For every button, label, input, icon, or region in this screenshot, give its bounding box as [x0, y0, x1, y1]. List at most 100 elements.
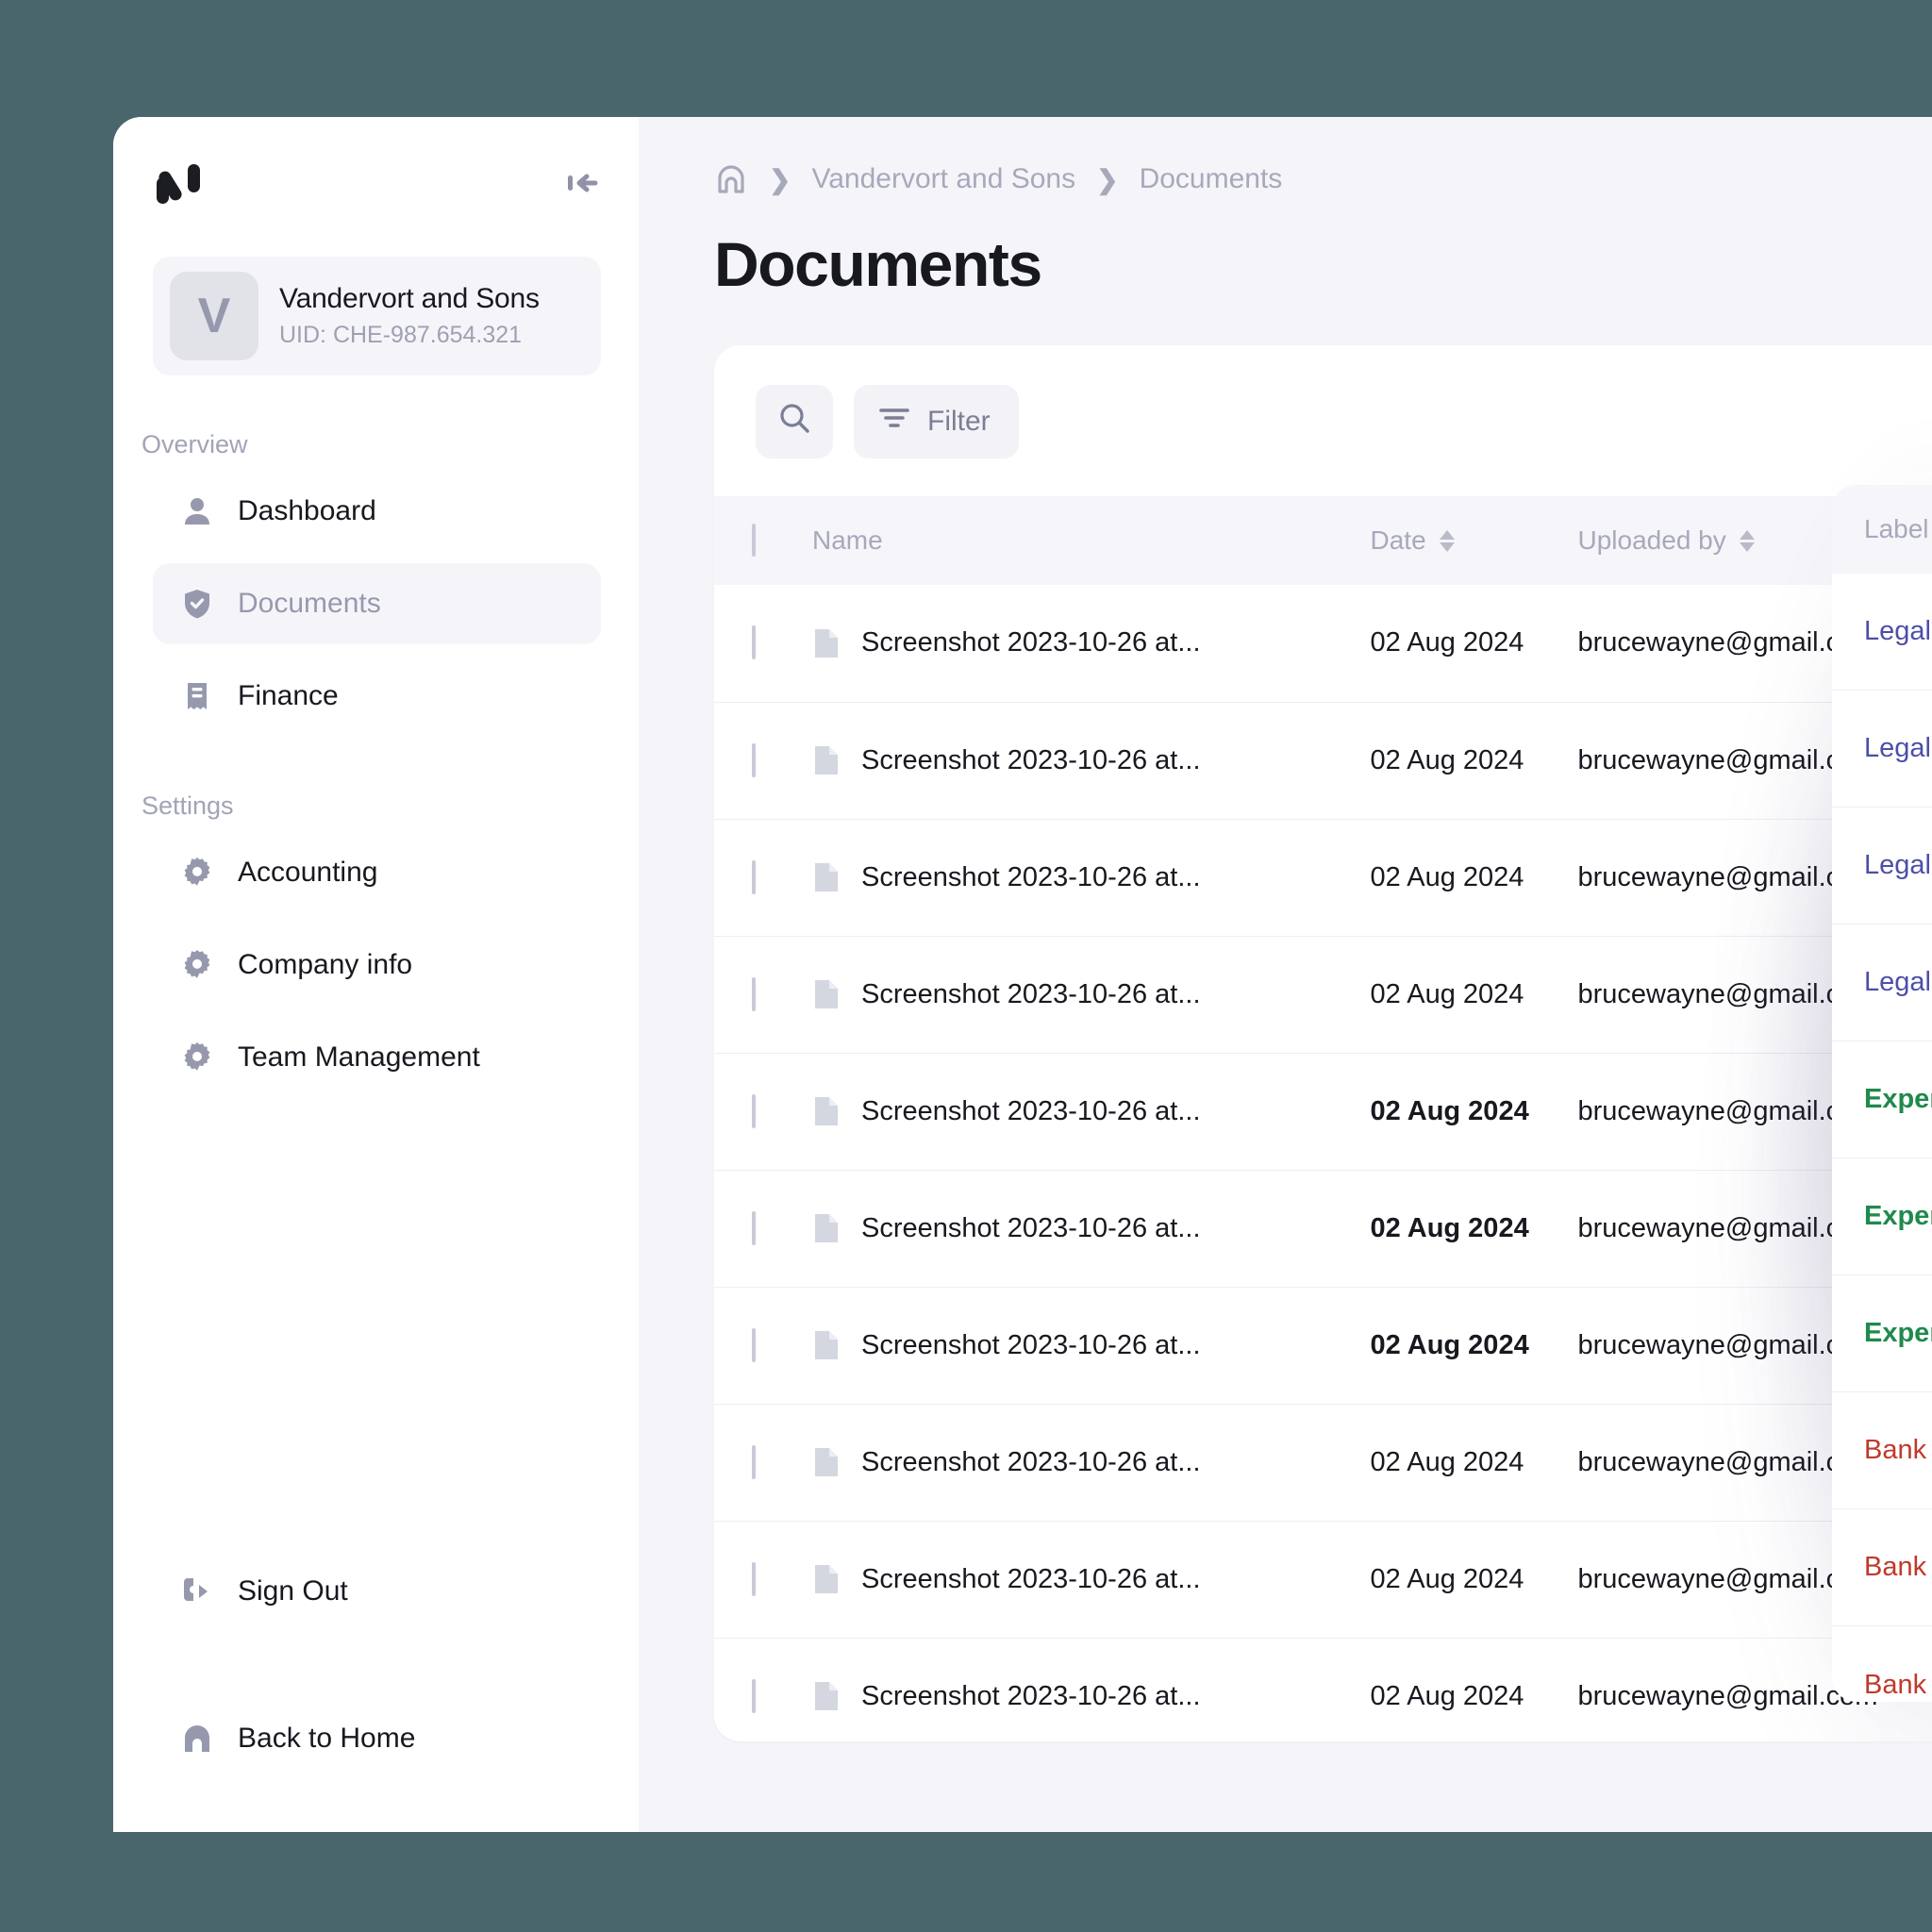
- sidebar-item-dashboard[interactable]: Dashboard: [153, 471, 601, 552]
- table-row[interactable]: Screenshot 2023-10-26 at... 02 Aug 2024 br…: [714, 1170, 1932, 1287]
- file-name[interactable]: Screenshot 2023-10-26 at...: [861, 862, 1201, 893]
- search-button[interactable]: [756, 385, 833, 458]
- table-row[interactable]: Screenshot 2023-10-26 at... 02 Aug 2024 br…: [714, 819, 1932, 936]
- row-select-cell: [714, 1638, 812, 1741]
- sidebar-item-documents[interactable]: Documents: [153, 563, 601, 644]
- table-row[interactable]: Screenshot 2023-10-26 at... 02 Aug 2024 br…: [714, 1404, 1932, 1521]
- gear-icon: [181, 857, 213, 889]
- sidebar-item-finance[interactable]: Finance: [153, 656, 601, 737]
- column-label: Name: [812, 525, 883, 555]
- column-header-name[interactable]: Name: [812, 496, 1201, 585]
- uploaded-by: brucewayne@gmail.com: [1577, 744, 1878, 775]
- table-row[interactable]: Screenshot 2023-10-26 at... 02 Aug 2024 br…: [714, 585, 1932, 702]
- file-name[interactable]: Screenshot 2023-10-26 at...: [861, 627, 1201, 658]
- row-label-cell: [1201, 1287, 1371, 1404]
- row-name-cell: Screenshot 2023-10-26 at...: [812, 819, 1201, 936]
- row-checkbox[interactable]: [752, 742, 756, 777]
- row-user-cell: brucewayne@gmail.com: [1578, 1404, 1932, 1521]
- file-name[interactable]: Screenshot 2023-10-26 at...: [861, 1330, 1201, 1361]
- row-checkbox[interactable]: [752, 625, 756, 660]
- collapse-sidebar-button[interactable]: [563, 164, 601, 202]
- file-icon: [812, 626, 841, 660]
- file-name[interactable]: Screenshot 2023-10-26 at...: [861, 1213, 1201, 1244]
- file-name[interactable]: Screenshot 2023-10-26 at...: [861, 1681, 1201, 1712]
- table-row[interactable]: Screenshot 2023-10-26 at... 02 Aug 2024 br…: [714, 1638, 1932, 1741]
- file-name[interactable]: Screenshot 2023-10-26 at...: [861, 1564, 1201, 1595]
- shield-check-icon: [181, 588, 213, 620]
- sort-icon[interactable]: [1739, 529, 1755, 552]
- home-icon[interactable]: [714, 162, 748, 196]
- sidebar-item-company-info[interactable]: Company info: [153, 924, 601, 1006]
- select-all-checkbox[interactable]: [752, 524, 756, 557]
- row-label-cell: [1201, 1170, 1371, 1287]
- file-name[interactable]: Screenshot 2023-10-26 at...: [861, 1447, 1201, 1478]
- row-label-cell: [1201, 936, 1371, 1053]
- column-header-uploaded-by[interactable]: Uploaded by: [1578, 496, 1932, 585]
- row-date-cell: 02 Aug 2024: [1371, 1053, 1578, 1170]
- row-select-cell: [714, 1521, 812, 1638]
- breadcrumb-separator: ❯: [769, 164, 791, 194]
- file-icon: [812, 1445, 841, 1479]
- table-row[interactable]: Screenshot 2023-10-26 at... 02 Aug 2024 br…: [714, 1053, 1932, 1170]
- sidebar-item-label: Back to Home: [238, 1723, 416, 1754]
- row-label-cell: [1201, 1638, 1371, 1741]
- filter-icon: [878, 404, 910, 440]
- row-user-cell: brucewayne@gmail.com: [1578, 1170, 1932, 1287]
- file-name[interactable]: Screenshot 2023-10-26 at...: [861, 1096, 1201, 1127]
- back-to-home-button[interactable]: Back to Home: [153, 1698, 601, 1779]
- sort-icon[interactable]: [1439, 529, 1455, 552]
- row-select-cell: [714, 1404, 812, 1521]
- uploaded-by: brucewayne@gmail.com: [1577, 1680, 1878, 1711]
- row-name-cell: Screenshot 2023-10-26 at...: [812, 702, 1201, 819]
- row-checkbox[interactable]: [752, 1210, 756, 1245]
- upload-date: 02 Aug 2024: [1370, 1329, 1529, 1360]
- row-checkbox[interactable]: [752, 1093, 756, 1128]
- upload-date: 02 Aug 2024: [1370, 744, 1524, 775]
- upload-date: 02 Aug 2024: [1370, 1680, 1524, 1711]
- row-checkbox[interactable]: [752, 1678, 756, 1713]
- row-select-cell: [714, 1053, 812, 1170]
- nubo-logo[interactable]: [153, 157, 206, 209]
- sidebar-item-label: Dashboard: [238, 495, 376, 526]
- row-select-cell: [714, 702, 812, 819]
- filter-button[interactable]: Filter: [854, 385, 1019, 458]
- sidebar-section-overview-label: Overview: [142, 430, 248, 458]
- breadcrumb-separator: ❯: [1096, 164, 1119, 194]
- sidebar-item-label: Finance: [238, 680, 339, 711]
- sidebar-item-accounting[interactable]: Accounting: [153, 832, 601, 913]
- row-date-cell: 02 Aug 2024: [1371, 1638, 1578, 1741]
- search-icon: [777, 401, 811, 442]
- org-uid: UID: CHE-987.654.321: [279, 322, 523, 348]
- select-all-header: [714, 496, 812, 585]
- file-name[interactable]: Screenshot 2023-10-26 at...: [861, 979, 1201, 1010]
- table-row[interactable]: Screenshot 2023-10-26 at... 02 Aug 2024 br…: [714, 702, 1932, 819]
- row-checkbox[interactable]: [752, 1561, 756, 1596]
- table-header-row: Name Date Uploaded by: [714, 496, 1932, 585]
- table-row[interactable]: Screenshot 2023-10-26 at... 02 Aug 2024 br…: [714, 936, 1932, 1053]
- filter-label: Filter: [927, 406, 991, 437]
- gear-icon: [181, 1041, 213, 1074]
- row-checkbox[interactable]: [752, 859, 756, 894]
- row-user-cell: brucewayne@gmail.com: [1578, 702, 1932, 819]
- breadcrumb: ❯ Vandervort and Sons ❯ Documents: [714, 158, 1932, 200]
- table-row[interactable]: Screenshot 2023-10-26 at... 02 Aug 2024 br…: [714, 1521, 1932, 1638]
- column-header-label[interactable]: [1201, 496, 1371, 585]
- row-label-cell: [1201, 819, 1371, 936]
- sign-out-button[interactable]: Sign Out: [153, 1551, 601, 1632]
- row-select-cell: [714, 585, 812, 702]
- column-header-date[interactable]: Date: [1371, 496, 1578, 585]
- uploaded-by: brucewayne@gmail.com: [1577, 978, 1878, 1009]
- row-checkbox[interactable]: [752, 1444, 756, 1479]
- row-select-cell: [714, 819, 812, 936]
- breadcrumb-item-org[interactable]: Vandervort and Sons: [811, 163, 1075, 195]
- org-switcher-card[interactable]: V Vandervort and Sons UID: CHE-987.654.3…: [153, 257, 601, 375]
- breadcrumb-item-documents[interactable]: Documents: [1140, 163, 1283, 195]
- table-row[interactable]: Screenshot 2023-10-26 at... 02 Aug 2024 br…: [714, 1287, 1932, 1404]
- sidebar-item-team-management[interactable]: Team Management: [153, 1017, 601, 1098]
- table-body: Screenshot 2023-10-26 at... 02 Aug 2024 br…: [714, 585, 1932, 1741]
- file-name[interactable]: Screenshot 2023-10-26 at...: [861, 745, 1201, 776]
- collapse-left-icon: [568, 174, 598, 192]
- file-icon: [812, 1211, 841, 1245]
- row-checkbox[interactable]: [752, 1327, 756, 1362]
- row-checkbox[interactable]: [752, 976, 756, 1011]
